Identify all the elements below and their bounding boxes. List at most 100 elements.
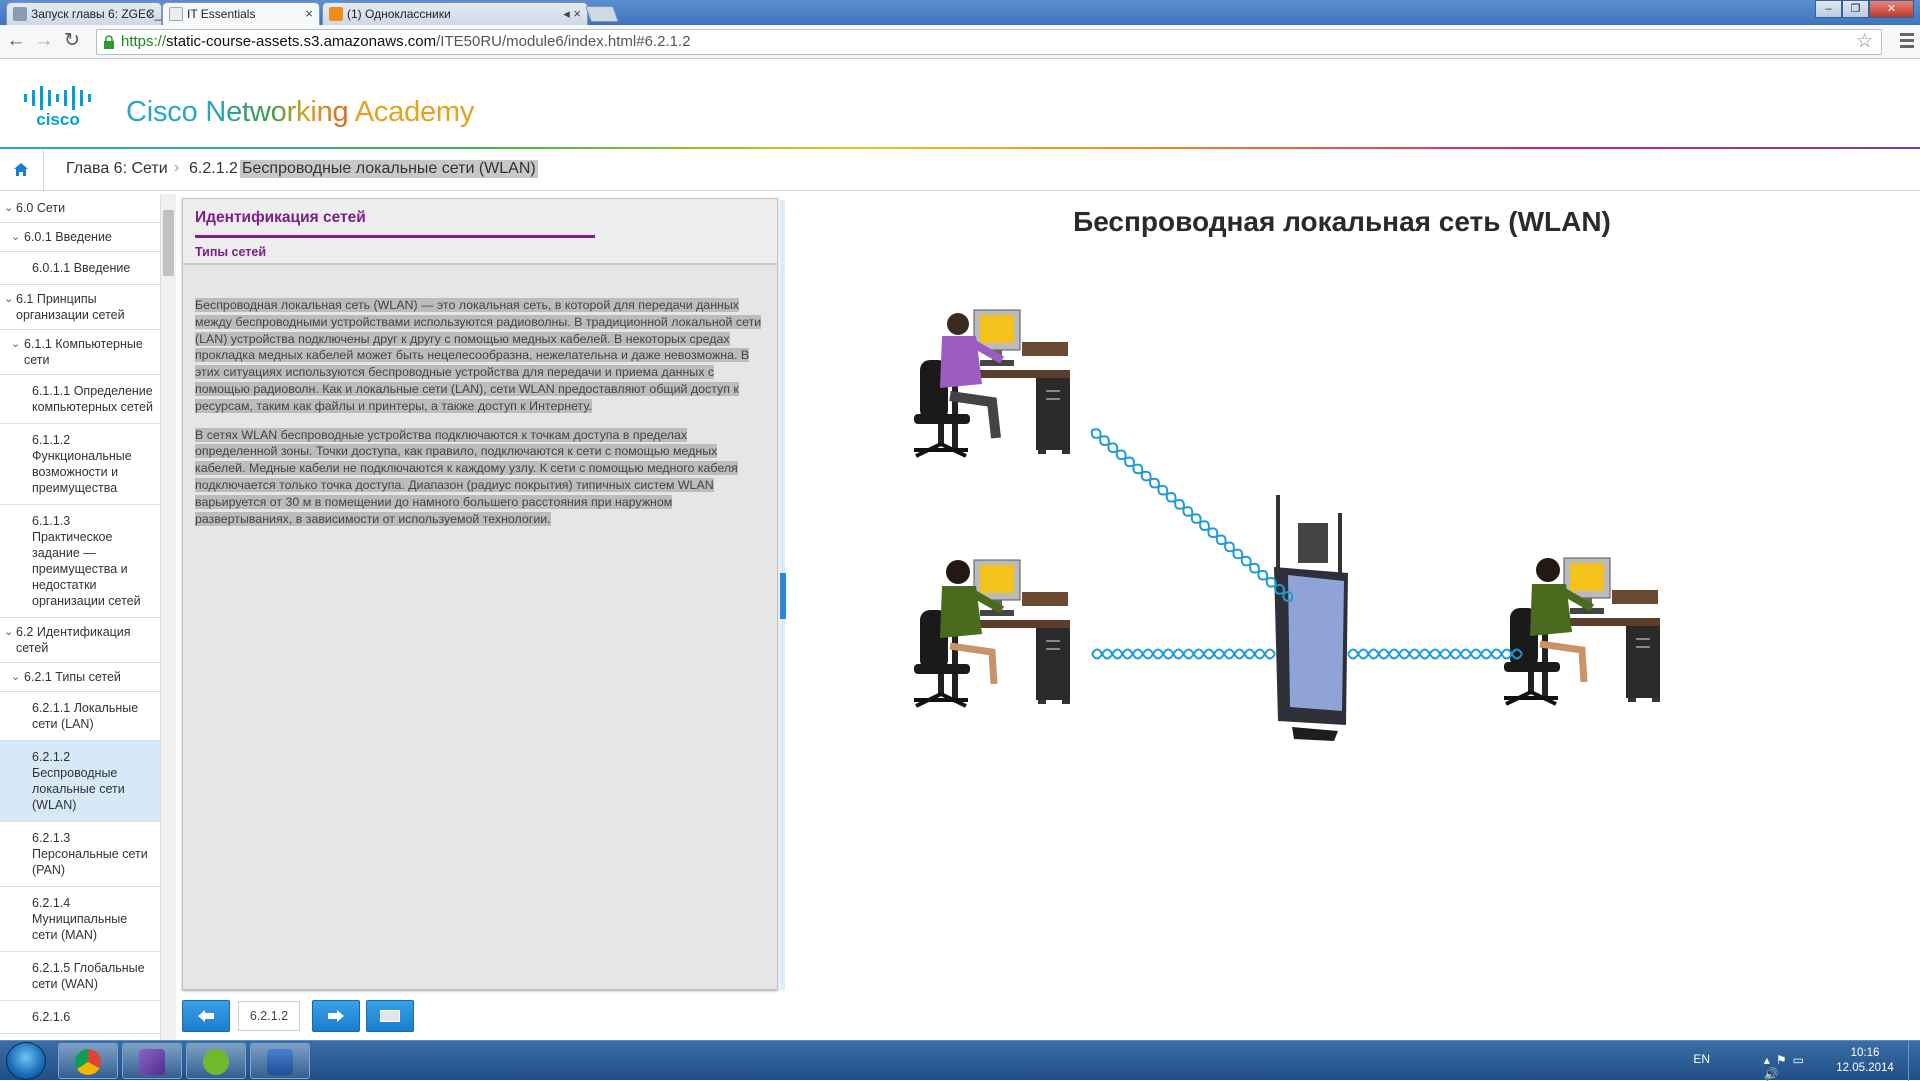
arrow-left-icon bbox=[198, 1010, 214, 1022]
toc-item[interactable]: ⌄ 6.2.1 Типы сетей bbox=[0, 663, 160, 692]
toc-item-label: 6.2.1.6 bbox=[32, 1010, 71, 1024]
toc-item[interactable]: ⌄ 6.1 Принципы организации сетей bbox=[0, 285, 160, 330]
toc-scrollbar[interactable] bbox=[160, 194, 176, 1040]
content-paragraph: В сетях WLAN беспроводные устройства под… bbox=[195, 427, 767, 528]
breadcrumb-chapter[interactable]: Глава 6: Сети bbox=[66, 160, 168, 178]
selected-text: В сетях WLAN беспроводные устройства под… bbox=[195, 427, 738, 526]
wlan-diagram bbox=[912, 308, 1662, 741]
bookmark-star-icon[interactable]: ☆ bbox=[1856, 30, 1873, 54]
taskbar-clock[interactable]: 10:16 12.05.2014 bbox=[1830, 1046, 1900, 1076]
tab-close-icon[interactable]: × bbox=[305, 3, 313, 25]
wireless-signal-ws3 bbox=[1347, 648, 1523, 660]
chevron-down-icon[interactable]: ⌄ bbox=[4, 200, 13, 216]
chevron-down-icon[interactable]: ⌄ bbox=[4, 291, 13, 307]
toc-scrollbar-thumb[interactable] bbox=[163, 210, 174, 276]
toc-item[interactable]: 6.1.1.2 Функциональные возможности и пре… bbox=[0, 424, 160, 505]
language-indicator[interactable]: EN bbox=[1693, 1052, 1710, 1066]
content-paragraph: Беспроводная локальная сеть (WLAN) — это… bbox=[195, 297, 767, 415]
user-head bbox=[947, 313, 969, 335]
minimize-button[interactable]: ‒ bbox=[1815, 0, 1842, 18]
toc-item[interactable]: ⌄ 6.2 Идентификация сетей bbox=[0, 618, 160, 663]
screen-icon bbox=[380, 1010, 400, 1022]
brand-title: Cisco Networking Academy bbox=[126, 96, 474, 129]
toc-item[interactable]: 6.2.1.5 Глобальные сети (WAN) bbox=[0, 952, 160, 1001]
toc-item[interactable]: ⌄ 6.1.1 Компьютерные сети bbox=[0, 330, 160, 375]
fullscreen-button[interactable] bbox=[366, 1000, 414, 1032]
page-number-field[interactable]: 6.2.1.2 bbox=[238, 1001, 300, 1031]
browser-tab-chapter-launch[interactable]: Запуск главы 6: ZGEC_GII × bbox=[6, 2, 162, 25]
previous-page-button[interactable] bbox=[182, 1000, 230, 1032]
chevron-down-icon[interactable]: ⌄ bbox=[11, 229, 20, 245]
clock-time: 10:16 bbox=[1850, 1047, 1880, 1059]
toc-item[interactable]: 6.2.1.2 Беспроводные локальные сети (WLA… bbox=[0, 741, 160, 822]
toc-item[interactable]: 6.2.1.6 bbox=[0, 1001, 160, 1034]
address-bar[interactable]: https://static-course-assets.s3.amazonaw… bbox=[96, 29, 1882, 55]
toc-item[interactable]: ⌄ 6.0.1 Введение bbox=[0, 223, 160, 252]
cisco-logo[interactable]: cisco bbox=[22, 82, 108, 126]
next-page-button[interactable] bbox=[312, 1000, 360, 1032]
browser-toolbar: ← → ↻ https://static-course-assets.s3.am… bbox=[0, 25, 1920, 59]
toc-item-label: 6.1.1.2 Функциональные возможности и пре… bbox=[32, 433, 132, 495]
toc-item[interactable]: 6.2.1.3 Персональные сети (PAN) bbox=[0, 822, 160, 887]
clock-date: 12.05.2014 bbox=[1836, 1062, 1894, 1074]
wireless-signal-ws1 bbox=[1090, 428, 1294, 602]
toc-item[interactable]: 6.2.1.4 Муниципальные сети (MAN) bbox=[0, 887, 160, 952]
brand-word-academy: Academy bbox=[354, 96, 475, 128]
window-close-button[interactable]: ✕ bbox=[1869, 0, 1914, 18]
toc-item[interactable]: 6.1.1.3 Практическое задание — преимущес… bbox=[0, 505, 160, 618]
site-header: cisco Cisco Networking Academy bbox=[0, 60, 1920, 148]
forward-arrow-icon[interactable]: → bbox=[32, 30, 56, 54]
reload-icon[interactable]: ↻ bbox=[60, 30, 84, 54]
brand-word-cisco: Cisco bbox=[126, 96, 198, 128]
windows-taskbar: EN ▴⚑▭🔊 10:16 12.05.2014 bbox=[0, 1040, 1920, 1081]
toc-list: ⌄ 6.0 Сети ⌄ 6.0.1 Введение 6.0.1.1 Введение… bbox=[0, 194, 175, 1034]
content-body: Беспроводная локальная сеть (WLAN) — это… bbox=[195, 297, 767, 539]
wireless-signal-ws2 bbox=[1091, 648, 1276, 660]
chevron-down-icon[interactable]: ⌄ bbox=[11, 669, 20, 685]
toc-item[interactable]: 6.0.1.1 Введение bbox=[0, 252, 160, 285]
tray-icons[interactable]: ▴⚑▭🔊 bbox=[1764, 1053, 1810, 1081]
arrow-right-icon bbox=[328, 1010, 344, 1022]
taskbar-utorrent-button[interactable] bbox=[186, 1043, 246, 1079]
wireless-router-icon bbox=[1274, 495, 1348, 741]
toc-item[interactable]: 6.1.1.1 Определение компьютерных сетей bbox=[0, 375, 160, 424]
toc-item-label: 6.0 Сети bbox=[16, 201, 66, 215]
windows-start-button[interactable] bbox=[6, 1042, 46, 1080]
maximize-button[interactable]: ❐ bbox=[1842, 0, 1869, 18]
browser-menu-icon[interactable] bbox=[1900, 33, 1914, 51]
content-subtitle: Типы сетей bbox=[195, 245, 267, 259]
toc-item-label: 6.2.1.2 Беспроводные локальные сети (WLA… bbox=[32, 750, 125, 812]
toc-item[interactable]: ⌄ 6.0 Сети bbox=[0, 194, 160, 223]
title-underline bbox=[195, 235, 595, 238]
page-favicon-icon bbox=[13, 7, 27, 21]
back-arrow-icon[interactable]: ← bbox=[4, 30, 28, 54]
brand-word-networking: Networking bbox=[205, 96, 349, 128]
home-button[interactable] bbox=[0, 149, 44, 191]
toc-item[interactable]: 6.2.1.1 Локальные сети (LAN) bbox=[0, 692, 160, 741]
toc-item-label: 6.1.1.3 Практическое задание — преимущес… bbox=[32, 514, 141, 608]
taskbar-chrome-button[interactable] bbox=[58, 1043, 118, 1079]
taskbar-visualstudio-button[interactable] bbox=[122, 1043, 182, 1079]
browser-tab-odnoklassniki[interactable]: (1) Одноклассники ◂ × bbox=[322, 2, 588, 25]
toc-item-label: 6.2.1.5 Глобальные сети (WAN) bbox=[32, 961, 145, 991]
url-scheme: https:// bbox=[121, 33, 167, 50]
browser-tab-it-essentials[interactable]: IT Essentials × bbox=[162, 2, 320, 25]
chevron-down-icon[interactable]: ⌄ bbox=[11, 336, 20, 352]
utorrent-icon bbox=[203, 1049, 229, 1075]
panel-resize-handle[interactable] bbox=[780, 573, 786, 619]
chrome-icon bbox=[75, 1049, 101, 1075]
toc-item-label: 6.1.1.1 Определение компьютерных сетей bbox=[32, 384, 153, 414]
page-icon bbox=[169, 7, 183, 21]
breadcrumb-separator-icon: › bbox=[174, 159, 180, 176]
new-tab-button[interactable] bbox=[585, 6, 619, 22]
tab-title: (1) Одноклассники bbox=[347, 7, 451, 21]
odnoklassniki-icon bbox=[329, 7, 343, 21]
chevron-down-icon[interactable]: ⌄ bbox=[4, 624, 13, 640]
url-text: https://static-course-assets.s3.amazonaw… bbox=[121, 30, 690, 54]
tab-close-icon[interactable]: × bbox=[147, 3, 155, 25]
tab-close-icon[interactable]: ◂ × bbox=[563, 3, 581, 25]
visual-studio-icon bbox=[139, 1049, 165, 1075]
show-desktop-button[interactable] bbox=[1908, 1041, 1920, 1081]
taskbar-word-button[interactable] bbox=[250, 1043, 310, 1079]
url-path: /ITE50RU/module6/index.html#6.2.1.2 bbox=[436, 33, 691, 50]
